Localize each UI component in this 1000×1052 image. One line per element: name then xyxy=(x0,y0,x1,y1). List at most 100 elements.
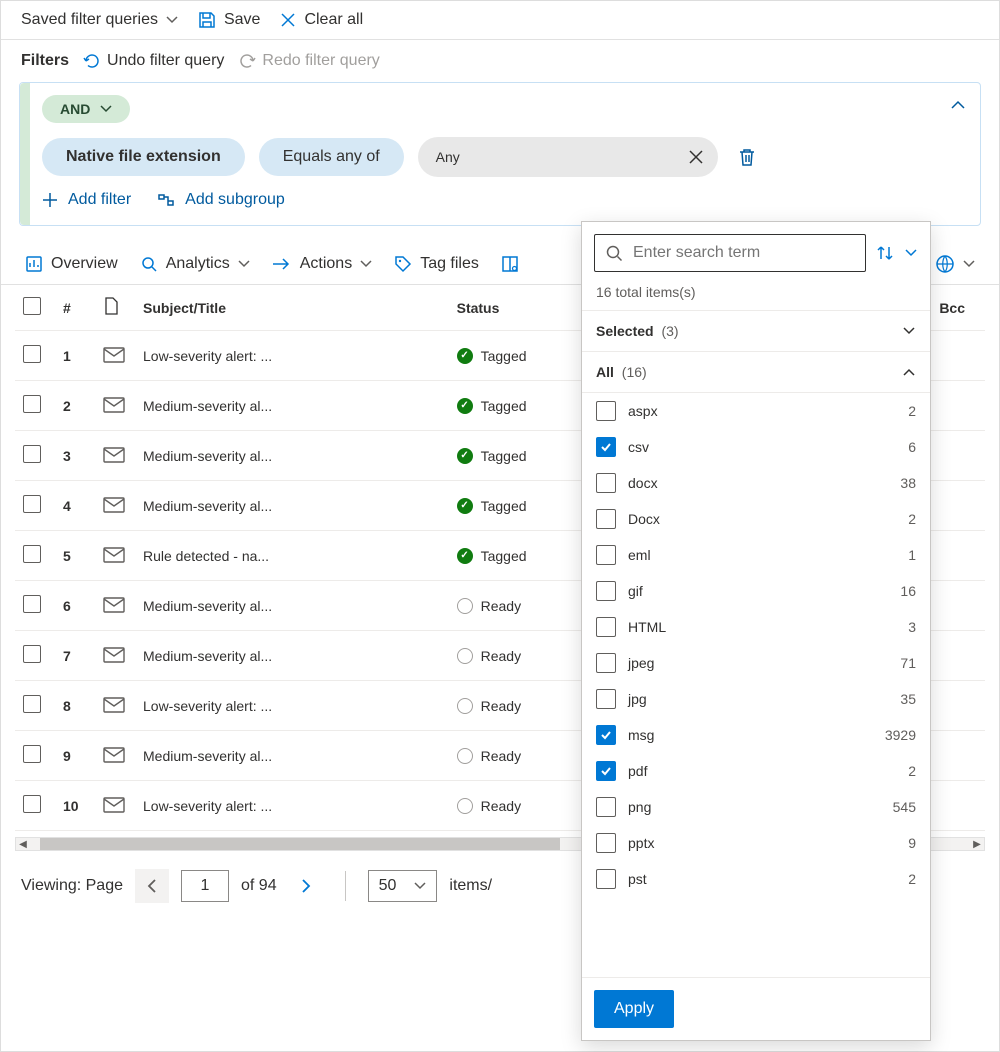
redo-filter-label: Redo filter query xyxy=(262,52,379,70)
redo-filter-button: Redo filter query xyxy=(238,52,379,70)
scroll-left-arrow[interactable]: ◀ xyxy=(16,838,30,850)
dropdown-item-checkbox[interactable] xyxy=(596,653,616,673)
dropdown-item-checkbox[interactable] xyxy=(596,689,616,709)
dropdown-item[interactable]: png 545 xyxy=(582,789,930,825)
row-checkbox[interactable] xyxy=(23,445,41,463)
row-checkbox[interactable] xyxy=(23,545,41,563)
chevron-left-icon xyxy=(146,879,158,893)
add-subgroup-button[interactable]: Add subgroup xyxy=(157,191,285,209)
dropdown-search-box[interactable] xyxy=(594,234,866,272)
page-size-dropdown[interactable]: 50 xyxy=(368,870,438,902)
dropdown-item-checkbox[interactable] xyxy=(596,473,616,493)
dropdown-item[interactable]: Docx 2 xyxy=(582,501,930,537)
dropdown-item-checkbox[interactable] xyxy=(596,581,616,601)
dropdown-item[interactable]: jpeg 71 xyxy=(582,645,930,681)
row-checkbox[interactable] xyxy=(23,345,41,363)
actions-tab-label: Actions xyxy=(300,255,352,273)
dropdown-item-label: docx xyxy=(628,475,658,491)
operator-pill[interactable]: Equals any of xyxy=(259,138,404,176)
apply-button[interactable]: Apply xyxy=(594,990,674,1028)
row-number: 6 xyxy=(55,581,95,631)
delete-filter-button[interactable] xyxy=(738,147,756,167)
row-checkbox[interactable] xyxy=(23,395,41,413)
tag-files-tab[interactable]: Tag files xyxy=(394,255,479,273)
row-checkbox[interactable] xyxy=(23,695,41,713)
prev-page-button[interactable] xyxy=(135,869,169,903)
row-number: 2 xyxy=(55,381,95,431)
analytics-tab[interactable]: Analytics xyxy=(140,255,250,273)
save-icon xyxy=(198,11,216,29)
dropdown-item[interactable]: msg 3929 xyxy=(582,717,930,753)
overview-tab[interactable]: Overview xyxy=(25,255,118,273)
mail-icon xyxy=(103,447,123,461)
dropdown-item-checkbox[interactable] xyxy=(596,509,616,529)
collapse-query-button[interactable] xyxy=(950,97,966,116)
tag-files-tab-label: Tag files xyxy=(420,255,479,273)
actions-icon xyxy=(272,257,292,271)
dropdown-item[interactable]: csv 6 xyxy=(582,429,930,465)
actions-tab[interactable]: Actions xyxy=(272,255,372,273)
dropdown-item-label: jpg xyxy=(628,691,647,707)
chevron-down-icon[interactable] xyxy=(904,246,918,260)
row-checkbox[interactable] xyxy=(23,595,41,613)
dropdown-item[interactable]: jpg 35 xyxy=(582,681,930,717)
dropdown-item-checkbox[interactable] xyxy=(596,797,616,817)
select-all-checkbox[interactable] xyxy=(23,297,41,315)
dropdown-search-input[interactable] xyxy=(631,243,855,263)
clear-value-button[interactable] xyxy=(678,139,714,175)
dropdown-item-checkbox[interactable] xyxy=(596,761,616,781)
value-pill[interactable]: Any xyxy=(418,137,718,177)
col-subject[interactable]: Subject/Title xyxy=(135,285,449,331)
dropdown-item-checkbox[interactable] xyxy=(596,545,616,565)
dropdown-item-count: 1 xyxy=(908,547,916,563)
selected-section-header[interactable]: Selected (3) xyxy=(582,311,930,352)
and-operator-pill[interactable]: AND xyxy=(42,95,130,123)
dropdown-item-checkbox[interactable] xyxy=(596,869,616,889)
clear-all-button[interactable]: Clear all xyxy=(280,11,363,29)
viewing-label: Viewing: Page xyxy=(21,877,123,895)
dropdown-item-label: csv xyxy=(628,439,649,455)
saved-filter-queries-dropdown[interactable]: Saved filter queries xyxy=(21,11,178,29)
col-number[interactable]: # xyxy=(55,285,95,331)
scroll-right-arrow[interactable]: ▶ xyxy=(970,838,984,850)
dropdown-item-count: 3 xyxy=(908,619,916,635)
dropdown-item-checkbox[interactable] xyxy=(596,833,616,853)
row-checkbox[interactable] xyxy=(23,745,41,763)
mail-icon xyxy=(103,397,123,411)
apply-button-label: Apply xyxy=(614,1000,654,1017)
split-view-button[interactable] xyxy=(501,255,519,273)
row-number: 5 xyxy=(55,531,95,581)
save-button[interactable]: Save xyxy=(198,11,260,29)
chevron-down-icon xyxy=(902,324,916,338)
dropdown-item-count: 3929 xyxy=(885,727,916,743)
row-checkbox[interactable] xyxy=(23,795,41,813)
dropdown-item-checkbox[interactable] xyxy=(596,437,616,457)
all-section-header[interactable]: All (16) xyxy=(582,352,930,393)
dropdown-item[interactable]: HTML 3 xyxy=(582,609,930,645)
dropdown-item[interactable]: eml 1 xyxy=(582,537,930,573)
dropdown-item[interactable]: aspx 2 xyxy=(582,393,930,429)
dropdown-list: ▲ ▼ aspx 2 csv 6 docx 38 Docx 2 eml 1 xyxy=(582,393,930,977)
locale-button[interactable] xyxy=(935,254,975,274)
dropdown-item[interactable]: pdf 2 xyxy=(582,753,930,789)
dropdown-item-checkbox[interactable] xyxy=(596,401,616,421)
dropdown-item-count: 35 xyxy=(900,691,916,707)
checkmark-icon: ✓ xyxy=(457,348,473,364)
close-icon xyxy=(689,150,703,164)
add-filter-button[interactable]: Add filter xyxy=(42,191,131,209)
dropdown-item[interactable]: docx 38 xyxy=(582,465,930,501)
row-checkbox[interactable] xyxy=(23,495,41,513)
dropdown-item-checkbox[interactable] xyxy=(596,617,616,637)
page-number-input[interactable]: 1 xyxy=(181,870,229,902)
row-checkbox[interactable] xyxy=(23,645,41,663)
dropdown-item[interactable]: pst 2 xyxy=(582,861,930,897)
next-page-button[interactable] xyxy=(289,869,323,903)
dropdown-item[interactable]: gif 16 xyxy=(582,573,930,609)
dropdown-item[interactable]: pptx 9 xyxy=(582,825,930,861)
dropdown-item-checkbox[interactable] xyxy=(596,725,616,745)
undo-filter-button[interactable]: Undo filter query xyxy=(83,52,224,70)
row-subject: Medium-severity al... xyxy=(135,431,449,481)
field-pill[interactable]: Native file extension xyxy=(42,138,245,176)
scroll-thumb[interactable] xyxy=(40,838,560,850)
sort-icon[interactable] xyxy=(876,244,894,262)
